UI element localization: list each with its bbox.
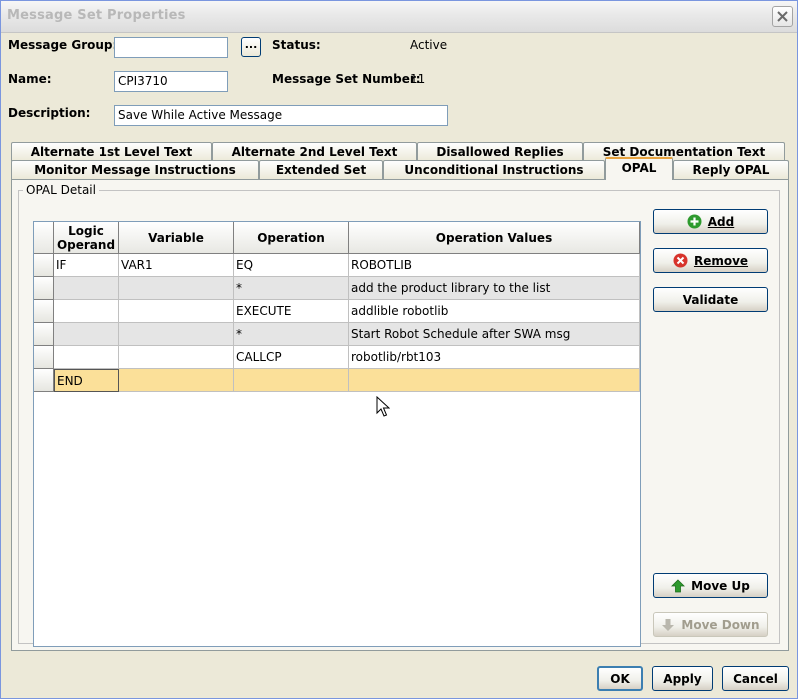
title-bar[interactable]: Message Set Properties — [1, 1, 797, 33]
status-label: Status: — [272, 38, 321, 52]
row-header[interactable] — [34, 323, 54, 346]
arrow-up-icon — [671, 578, 686, 592]
logic-operand-cell[interactable] — [54, 323, 119, 346]
column-header-logic-operand[interactable]: Logic Operand — [54, 222, 119, 254]
opal-grid-header: Logic Operand Variable Operation Operati… — [34, 222, 640, 254]
status-value: Active — [410, 38, 448, 52]
logic-operand-cell[interactable]: END — [54, 369, 119, 392]
column-header-variable[interactable]: Variable — [119, 222, 234, 254]
move-down-button[interactable]: Move Down — [653, 612, 768, 637]
logic-operand-cell[interactable]: IF — [54, 254, 119, 277]
tab-disallowed-replies[interactable]: Disallowed Replies — [417, 142, 583, 161]
tab-alternate-1st-level-text[interactable]: Alternate 1st Level Text — [11, 142, 212, 161]
operation-cell[interactable] — [234, 369, 349, 392]
name-label: Name: — [8, 72, 52, 86]
logic-operand-cell[interactable] — [54, 277, 119, 300]
column-header-operation[interactable]: Operation — [234, 222, 349, 254]
tab-alternate-2nd-level-text[interactable]: Alternate 2nd Level Text — [212, 142, 417, 161]
variable-cell[interactable] — [119, 300, 234, 323]
variable-cell[interactable] — [119, 346, 234, 369]
logic-operand-cell[interactable] — [54, 346, 119, 369]
operation-cell[interactable]: EXECUTE — [234, 300, 349, 323]
name-input[interactable]: CPI3710 — [114, 71, 228, 92]
operation-values-cell[interactable] — [349, 369, 640, 392]
add-icon — [687, 214, 702, 229]
validate-button-label: Validate — [682, 292, 739, 307]
message-set-number-label: Message Set Number: — [272, 72, 421, 86]
variable-cell[interactable] — [119, 323, 234, 346]
remove-button-label: Remove — [693, 253, 749, 268]
move-down-button-label: Move Down — [681, 617, 760, 632]
apply-button[interactable]: Apply — [652, 666, 713, 691]
ok-button[interactable]: OK — [597, 666, 643, 691]
move-up-button[interactable]: Move Up — [653, 573, 768, 598]
operation-cell[interactable]: CALLCP — [234, 346, 349, 369]
column-header-operation-values[interactable]: Operation Values — [349, 222, 640, 254]
tab-opal[interactable]: OPAL — [605, 157, 673, 180]
operation-values-cell[interactable]: Start Robot Schedule after SWA msg — [349, 323, 640, 346]
window-title: Message Set Properties — [7, 8, 186, 23]
operation-cell[interactable]: * — [234, 277, 349, 300]
mouse-pointer-icon — [376, 396, 390, 417]
operation-cell[interactable]: EQ — [234, 254, 349, 277]
message-group-input[interactable] — [114, 37, 228, 58]
ok-button-label: OK — [610, 671, 630, 686]
variable-cell[interactable] — [119, 369, 234, 392]
table-row[interactable]: * Start Robot Schedule after SWA msg — [34, 323, 640, 346]
logic-operand-cell[interactable] — [54, 300, 119, 323]
operation-values-cell[interactable]: ROBOTLIB — [349, 254, 640, 277]
opal-detail-title: OPAL Detail — [23, 183, 99, 197]
add-button-label: Add — [707, 214, 735, 229]
close-button[interactable] — [772, 6, 793, 27]
message-set-number-value: 11 — [410, 72, 426, 86]
opal-tab-panel: OPAL Detail Logic Operand Variable Opera… — [11, 179, 789, 651]
message-group-label: Message Group: — [8, 38, 118, 52]
description-label: Description: — [8, 106, 91, 120]
validate-button[interactable]: Validate — [653, 287, 768, 312]
table-row[interactable]: EXECUTE addlible robotlib — [34, 300, 640, 323]
row-header[interactable] — [34, 277, 54, 300]
tab-monitor-message-instructions[interactable]: Monitor Message Instructions — [11, 160, 259, 179]
tab-extended-set[interactable]: Extended Set — [259, 160, 383, 179]
operation-values-cell[interactable]: addlible robotlib — [349, 300, 640, 323]
row-header-corner — [34, 222, 54, 254]
description-input[interactable]: Save While Active Message — [114, 105, 448, 126]
cancel-button-label: Cancel — [733, 671, 778, 686]
row-header[interactable] — [34, 254, 54, 277]
table-row[interactable]: CALLCP robotlib/rbt103 — [34, 346, 640, 369]
operation-cell[interactable]: * — [234, 323, 349, 346]
message-group-browse-button[interactable]: ... — [241, 37, 261, 57]
row-header[interactable] — [34, 346, 54, 369]
tab-reply-opal[interactable]: Reply OPAL — [673, 160, 789, 179]
close-icon — [777, 11, 788, 22]
table-row[interactable]: * add the product library to the list — [34, 277, 640, 300]
row-header[interactable] — [34, 369, 54, 392]
tab-unconditional-instructions[interactable]: Unconditional Instructions — [383, 160, 605, 179]
add-button[interactable]: Add — [653, 209, 768, 234]
move-up-button-label: Move Up — [691, 578, 750, 593]
operation-values-cell[interactable]: add the product library to the list — [349, 277, 640, 300]
row-header[interactable] — [34, 300, 54, 323]
cancel-button[interactable]: Cancel — [722, 666, 789, 691]
opal-grid[interactable]: Logic Operand Variable Operation Operati… — [33, 221, 641, 647]
arrow-down-icon — [662, 618, 675, 631]
operation-values-cell[interactable]: robotlib/rbt103 — [349, 346, 640, 369]
variable-cell[interactable] — [119, 277, 234, 300]
variable-cell[interactable]: VAR1 — [119, 254, 234, 277]
message-set-properties-window: Message Set Properties Message Group: ..… — [0, 0, 798, 699]
apply-button-label: Apply — [663, 671, 702, 686]
table-row[interactable]: END — [34, 369, 640, 392]
table-row[interactable]: IF VAR1 EQ ROBOTLIB — [34, 254, 640, 277]
remove-button[interactable]: Remove — [653, 248, 768, 273]
remove-icon — [673, 253, 688, 268]
